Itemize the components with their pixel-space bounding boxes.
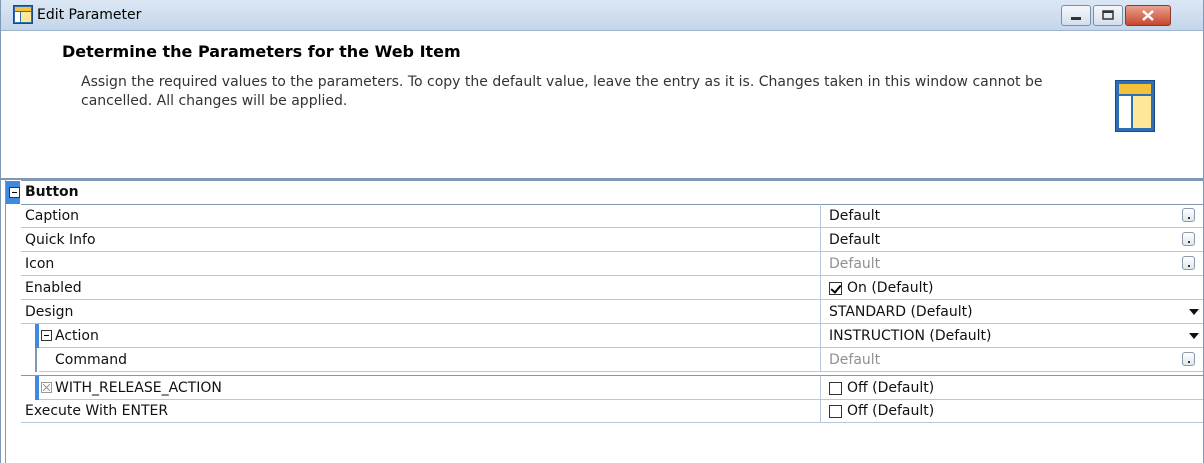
maximize-button[interactable] xyxy=(1093,5,1123,26)
param-name-cell: Execute With ENTER xyxy=(21,399,821,423)
param-name: Quick Info xyxy=(25,232,96,248)
param-name-cell: WITH_RELEASE_ACTION xyxy=(39,376,821,400)
app-icon xyxy=(13,5,33,24)
param-row-icon[interactable]: Icon Default xyxy=(21,252,1203,276)
dropdown-arrow-icon[interactable] xyxy=(1189,309,1199,315)
param-value: On (Default) xyxy=(847,280,934,296)
param-name-cell: Enabled xyxy=(21,276,821,300)
param-value-cell[interactable]: Default xyxy=(821,252,1203,276)
param-name-cell: Quick Info xyxy=(21,228,821,252)
param-name: Caption xyxy=(25,208,80,224)
param-row-caption[interactable]: Caption Default xyxy=(21,204,1203,228)
close-button[interactable] xyxy=(1125,5,1171,26)
param-name: Icon xyxy=(25,256,55,272)
page-title: Determine the Parameters for the Web Ite… xyxy=(62,42,461,61)
param-value-cell[interactable]: On (Default) xyxy=(821,276,1203,300)
param-row-with-release-action[interactable]: WITH_RELEASE_ACTION Off (Default) xyxy=(21,375,1203,400)
minimize-button[interactable] xyxy=(1061,5,1091,26)
param-row-execute-with-enter[interactable]: Execute With ENTER Off (Default) xyxy=(21,399,1203,423)
page-description: Assign the required values to the parame… xyxy=(81,74,1043,109)
param-name-cell: Icon xyxy=(21,252,821,276)
param-value-cell[interactable]: INSTRUCTION (Default) xyxy=(821,324,1203,348)
param-name: Command xyxy=(55,352,127,368)
group-row-button[interactable]: Button xyxy=(6,180,1203,205)
window-title: Edit Parameter xyxy=(37,7,142,23)
param-value-cell[interactable]: Off (Default) xyxy=(821,399,1203,423)
value-help-button[interactable] xyxy=(1182,208,1195,222)
grid-left-border xyxy=(5,180,6,463)
collapse-icon[interactable] xyxy=(41,330,52,341)
param-name: WITH_RELEASE_ACTION xyxy=(55,380,222,396)
param-name: Action xyxy=(55,328,99,344)
param-value-cell[interactable]: Off (Default) xyxy=(821,376,1203,400)
close-icon xyxy=(1142,10,1154,21)
param-value-cell[interactable]: Default xyxy=(821,204,1203,228)
value-help-button[interactable] xyxy=(1182,232,1195,246)
with-release-action-checkbox[interactable] xyxy=(829,381,842,395)
param-name-cell: Design xyxy=(21,300,821,324)
title-bar[interactable]: Edit Parameter xyxy=(1,0,1203,31)
param-name: Design xyxy=(25,304,74,320)
param-row-quick-info[interactable]: Quick Info Default xyxy=(21,228,1203,252)
param-name: Execute With ENTER xyxy=(25,403,169,419)
param-row-action[interactable]: Action INSTRUCTION (Default) xyxy=(21,324,1203,348)
param-row-enabled[interactable]: Enabled On (Default) xyxy=(21,276,1203,300)
param-row-command[interactable]: Command Default xyxy=(21,348,1203,372)
web-item-icon xyxy=(1115,80,1155,132)
param-name-cell: Action xyxy=(39,324,821,348)
param-value: STANDARD (Default) xyxy=(829,304,973,320)
param-value-cell[interactable]: Default xyxy=(821,228,1203,252)
param-value: Off (Default) xyxy=(847,403,935,419)
subgroup-line xyxy=(35,348,37,372)
value-help-button[interactable] xyxy=(1182,352,1195,366)
value-help-button[interactable] xyxy=(1182,256,1195,270)
group-header: Button xyxy=(6,180,1203,205)
param-name: Enabled xyxy=(25,280,82,296)
param-name-cell: Caption xyxy=(21,204,821,228)
param-value: Default xyxy=(829,208,881,224)
param-value: Default xyxy=(829,256,881,272)
minimize-icon xyxy=(1071,17,1081,20)
param-row-design[interactable]: Design STANDARD (Default) xyxy=(21,300,1203,324)
param-value: Off (Default) xyxy=(847,380,935,396)
enabled-checkbox[interactable] xyxy=(829,281,842,295)
collapse-icon[interactable] xyxy=(9,187,20,198)
maximize-icon xyxy=(1102,10,1114,20)
param-value: Default xyxy=(829,232,881,248)
edit-parameter-window: Edit Parameter Determine the Parameters … xyxy=(0,0,1204,463)
param-value-cell[interactable]: Default xyxy=(821,348,1203,372)
param-value: INSTRUCTION (Default) xyxy=(829,328,992,344)
param-value-cell[interactable]: STANDARD (Default) xyxy=(821,300,1203,324)
param-name-cell: Command xyxy=(39,348,821,372)
disabled-expand-icon xyxy=(41,382,52,393)
dropdown-arrow-icon[interactable] xyxy=(1189,333,1199,339)
execute-with-enter-checkbox[interactable] xyxy=(829,404,842,418)
param-value: Default xyxy=(829,352,881,368)
group-label: Button xyxy=(25,184,79,200)
